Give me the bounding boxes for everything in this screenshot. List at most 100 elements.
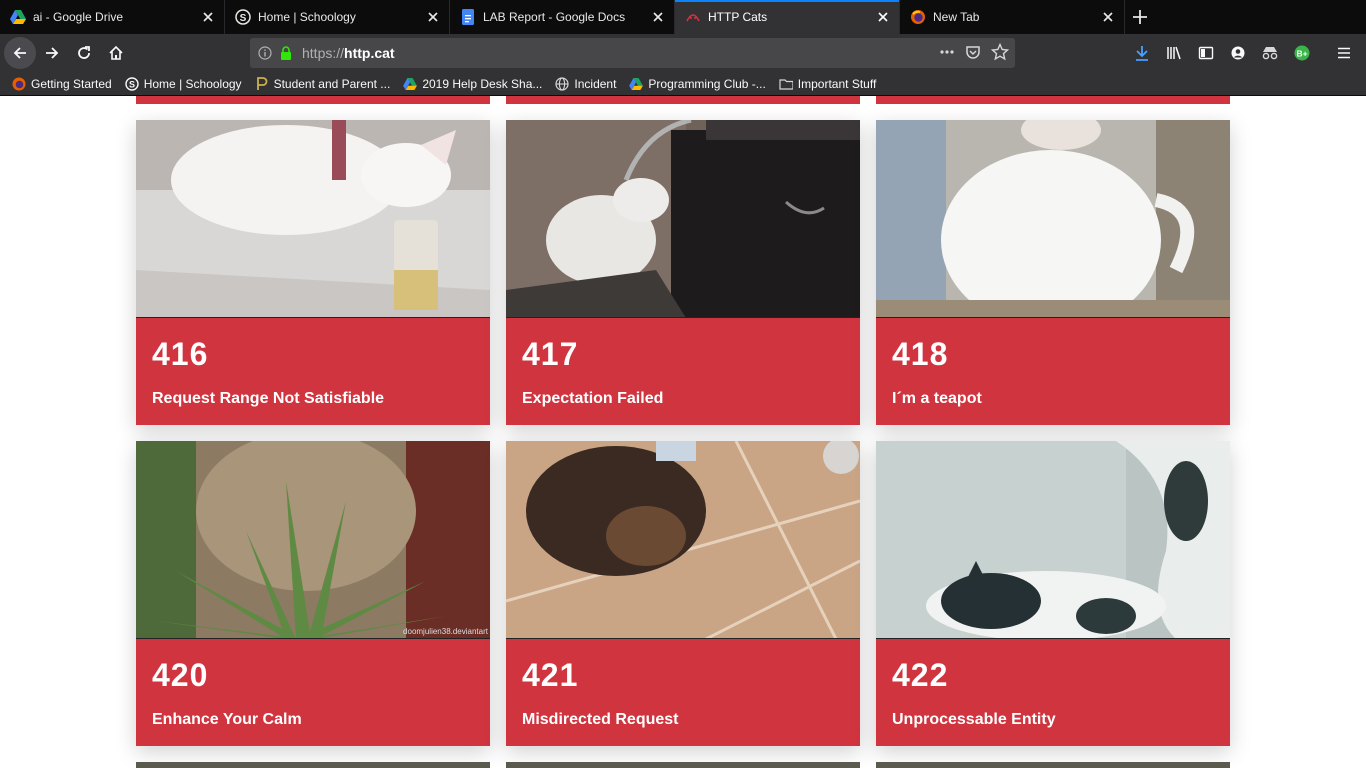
tab-title: Home | Schoology: [258, 10, 356, 24]
status-card-416[interactable]: 416 Request Range Not Satisfiable: [136, 120, 490, 425]
bookmark-label: 2019 Help Desk Sha...: [422, 76, 543, 91]
downloads-button[interactable]: [1126, 37, 1158, 69]
secure-lock-icon[interactable]: [280, 46, 292, 60]
status-card-421[interactable]: 421 Misdirected Request: [506, 441, 860, 746]
back-button[interactable]: [4, 37, 36, 69]
status-code: 422: [892, 657, 949, 693]
account-icon: [1231, 46, 1245, 60]
card-fragment: [876, 762, 1230, 768]
tab-title: New Tab: [933, 10, 980, 24]
bookmark-star-icon[interactable]: [991, 43, 1009, 61]
close-tab-icon[interactable]: [650, 9, 666, 25]
status-code: 418: [892, 336, 949, 372]
forward-button[interactable]: [36, 37, 68, 69]
bookmark-incident[interactable]: Incident: [555, 77, 616, 91]
svg-text:S: S: [129, 79, 135, 89]
cat-photo: [506, 441, 860, 639]
bookmark-getting-started[interactable]: Getting Started: [12, 77, 112, 91]
bookmark-label: Incident: [574, 76, 617, 91]
bookmark-student-parent[interactable]: Student and Parent ...: [255, 76, 390, 91]
schoology-icon: S: [235, 9, 251, 25]
p-logo-icon: [255, 76, 269, 91]
bookmark-help-desk[interactable]: 2019 Help Desk Sha...: [403, 77, 542, 91]
extension-button[interactable]: [1254, 37, 1286, 69]
sidebar-button[interactable]: [1190, 37, 1222, 69]
status-code: 417: [522, 336, 579, 372]
svg-text:S: S: [240, 13, 247, 24]
tab-new-tab[interactable]: New Tab: [900, 0, 1125, 34]
cat-photo: [136, 120, 490, 318]
photo-watermark: doomjulien38.deviantart: [403, 627, 488, 636]
cat-photo: [876, 120, 1230, 318]
folder-icon: [779, 77, 793, 91]
navigation-toolbar: https://http.cat B+: [0, 34, 1366, 72]
firefox-icon: [910, 9, 926, 25]
cat-photo: doomjulien38.deviantart: [136, 441, 490, 639]
bookmarks-toolbar: Getting Started S Home | Schoology Stude…: [0, 72, 1366, 96]
cat-photo: [876, 441, 1230, 639]
status-code: 420: [152, 657, 209, 693]
close-tab-icon[interactable]: [1100, 9, 1116, 25]
status-card-417[interactable]: 417 Expectation Failed: [506, 120, 860, 425]
page-content: 416 Request Range Not Satisfiable 417 Ex…: [0, 96, 1366, 768]
close-tab-icon[interactable]: [875, 9, 891, 25]
status-description: Request Range Not Satisfiable: [152, 390, 385, 407]
status-description: Misdirected Request: [522, 711, 679, 728]
google-drive-icon: [629, 77, 644, 91]
status-description: Enhance Your Calm: [152, 711, 302, 728]
bookmark-label: Important Stuff: [797, 76, 877, 91]
url-protocol: https://: [302, 45, 345, 61]
incognito-extension-icon: [1262, 47, 1278, 60]
google-drive-icon: [403, 77, 418, 91]
card-fragment: [136, 762, 490, 768]
page-actions-icon[interactable]: [939, 44, 955, 60]
bookmark-programming-club[interactable]: Programming Club -...: [629, 76, 766, 91]
tab-title: LAB Report - Google Docs: [483, 10, 626, 24]
status-card-422[interactable]: 422 Unprocessable Entity: [876, 441, 1230, 746]
bookmark-label: Programming Club -...: [648, 76, 766, 91]
close-tab-icon[interactable]: [200, 9, 216, 25]
reload-button[interactable]: [68, 37, 100, 69]
home-icon: [109, 45, 123, 60]
pocket-icon[interactable]: [965, 44, 981, 60]
bookmark-schoology[interactable]: S Home | Schoology: [125, 77, 242, 91]
download-arrow-icon: [1136, 46, 1148, 61]
toolbar-right: B+: [1126, 37, 1360, 69]
new-tab-button[interactable]: [1125, 0, 1155, 34]
close-tab-icon[interactable]: [425, 9, 441, 25]
plus-icon: [1133, 10, 1147, 24]
card-fragment: [506, 96, 860, 104]
svg-text:B+: B+: [1296, 49, 1307, 59]
google-drive-icon: [10, 9, 26, 25]
library-icon: [1167, 46, 1181, 60]
bookmark-folder-important[interactable]: Important Stuff: [779, 76, 877, 91]
tab-schoology[interactable]: S Home | Schoology: [225, 0, 450, 34]
status-description: I´m a teapot: [892, 390, 982, 407]
tab-google-drive[interactable]: ai - Google Drive: [0, 0, 225, 34]
google-docs-icon: [460, 9, 476, 25]
tab-title: ai - Google Drive: [33, 10, 124, 24]
forward-arrow-icon: [46, 47, 59, 59]
address-bar[interactable]: https://http.cat: [250, 38, 1015, 68]
status-card-420[interactable]: doomjulien38.deviantart 420 Enhance Your…: [136, 441, 490, 746]
bookmark-label: Home | Schoology: [143, 76, 242, 91]
tab-strip: ai - Google Drive S Home | Schoology LAB…: [0, 0, 1366, 34]
url-host: http.cat: [344, 45, 395, 61]
account-button[interactable]: [1222, 37, 1254, 69]
card-fragment: [876, 96, 1230, 104]
firefox-icon: [12, 77, 26, 91]
menu-button[interactable]: [1328, 37, 1360, 69]
tab-http-cats[interactable]: HTTP Cats: [675, 0, 900, 34]
http-cats-icon: [685, 9, 701, 25]
library-button[interactable]: [1158, 37, 1190, 69]
tab-title: HTTP Cats: [708, 10, 768, 24]
status-code: 416: [152, 336, 209, 372]
tab-google-docs[interactable]: LAB Report - Google Docs: [450, 0, 675, 34]
grammar-extension-button[interactable]: B+: [1286, 37, 1318, 69]
status-description: Expectation Failed: [522, 390, 664, 407]
reload-icon: [78, 46, 90, 59]
status-card-418[interactable]: 418 I´m a teapot: [876, 120, 1230, 425]
info-icon[interactable]: [258, 46, 272, 60]
home-button[interactable]: [100, 37, 132, 69]
status-code: 421: [522, 657, 579, 693]
